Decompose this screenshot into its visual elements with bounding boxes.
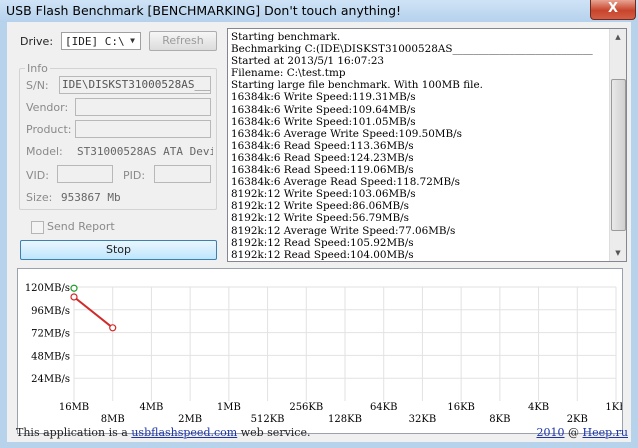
log-line: 8192k:12 Read Speed:104.00MB/s <box>231 248 414 261</box>
x-tick-label: 256KB <box>289 402 323 413</box>
log-line: 8192k:12 Write Speed:56.79MB/s <box>231 212 409 225</box>
chevron-down-icon[interactable]: ▼ <box>125 33 140 49</box>
speed-chart: 120MB/s 96MB/s 72MB/s 48MB/s 24MB/s 16MB 8MB 4M… <box>17 268 627 434</box>
scroll-up-icon[interactable]: ▲ <box>610 29 626 45</box>
log-line: 16384k:6 Read Speed:113.36MB/s <box>231 139 414 152</box>
vendor-label: Vendor: <box>26 101 69 114</box>
x-tick-label: 8KB <box>489 414 510 425</box>
product-field <box>75 120 211 138</box>
info-group-title: Info <box>25 62 50 75</box>
product-label: Product: <box>26 123 72 136</box>
log-line: 8192k:12 Read Speed:105.92MB/s <box>231 236 414 249</box>
x-tick-label: 1KB <box>605 402 622 413</box>
log-line: Started at 2013/5/1 16:07:23 <box>231 55 385 68</box>
x-tick-label: 512KB <box>251 414 285 425</box>
vid-field <box>57 165 113 183</box>
x-tick-label: 8MB <box>101 414 125 425</box>
drive-select[interactable]: [IDE] C:\ ▼ <box>61 32 141 50</box>
x-tick-label: 128KB <box>328 414 362 425</box>
x-tick-label: 1MB <box>217 402 241 413</box>
x-tick-label: 4MB <box>139 402 163 413</box>
main-panel: Drive: [IDE] C:\ ▼ Refresh Info S/N: IDE… <box>7 22 631 442</box>
status-prefix: This application is a <box>16 426 132 439</box>
read-data-point <box>70 284 78 292</box>
log-line: 16384k:6 Write Speed:101.05MB/s <box>231 115 416 128</box>
at-sign: @ <box>568 426 579 439</box>
y-tick-label: 120MB/s <box>25 283 70 294</box>
year-link[interactable]: 2010 <box>537 426 565 439</box>
log-lines: Starting benchmark. Bechmarking C:(IDE\DI… <box>231 31 611 261</box>
sn-field: IDE\DISKST31000528AS____ <box>59 76 211 94</box>
heep-link[interactable]: Heep.ru <box>583 426 629 439</box>
drive-label: Drive: <box>20 35 54 48</box>
window-title: USB Flash Benchmark [BENCHMARKING] Don't… <box>6 3 402 18</box>
scrollbar-thumb[interactable] <box>611 79 626 231</box>
write-series-line <box>73 296 114 329</box>
close-button[interactable]: X <box>590 0 636 20</box>
usbflashspeed-link[interactable]: usbflashspeed.com <box>131 426 237 439</box>
refresh-button[interactable]: Refresh <box>149 31 217 51</box>
x-tick-label: 16KB <box>447 402 475 413</box>
log-line: 8192k:12 Write Speed:86.06MB/s <box>231 200 409 213</box>
drive-select-value: [IDE] C:\ <box>65 35 125 48</box>
log-line: 16384k:6 Read Speed:119.06MB/s <box>231 164 414 177</box>
pid-label: PID: <box>123 169 146 182</box>
log-line: 8192k:12 Write Speed:103.06MB/s <box>231 188 416 201</box>
log-line: 16384k:6 Average Read Speed:118.72MB/s <box>231 176 460 189</box>
log-line: 16384k:6 Average Write Speed:109.50MB/s <box>231 127 462 140</box>
status-bar: This application is a usbflashspeed.com … <box>16 426 628 439</box>
title-bar: USB Flash Benchmark [BENCHMARKING] Don't… <box>0 0 638 22</box>
log-line: 16384k:6 Write Speed:109.64MB/s <box>231 103 416 116</box>
status-suffix: web service. <box>237 426 311 439</box>
write-data-point <box>70 293 78 301</box>
send-report-label[interactable]: Send Report <box>47 220 115 233</box>
x-tick-label: 2KB <box>567 414 588 425</box>
log-line: Starting benchmark. <box>231 31 341 43</box>
log-line: Filename: C:\test.tmp <box>231 67 346 80</box>
size-value: 953867 Mb <box>61 191 121 204</box>
vendor-field <box>75 98 211 116</box>
pid-field <box>154 165 211 183</box>
y-tick-label: 96MB/s <box>31 306 70 317</box>
x-tick-label: 64KB <box>370 402 398 413</box>
y-tick-label: 24MB/s <box>31 374 70 385</box>
stop-button[interactable]: Stop <box>20 240 217 260</box>
size-label: Size: <box>26 191 53 204</box>
log-scrollbar[interactable]: ▲ ▼ <box>609 29 626 261</box>
log-line: 8192k:12 Average Write Speed:77.06MB/s <box>231 224 456 237</box>
sn-label: S/N: <box>26 79 49 92</box>
x-tick-label: 2MB <box>178 414 202 425</box>
x-tick-label: 16MB <box>59 402 89 413</box>
send-report-checkbox[interactable] <box>31 221 44 234</box>
speed-chart-svg: 120MB/s 96MB/s 72MB/s 48MB/s 24MB/s 16MB 8MB 4M… <box>25 283 627 425</box>
scroll-down-icon[interactable]: ▼ <box>610 245 626 261</box>
log-textarea[interactable]: Starting benchmark. Bechmarking C:(IDE\DI… <box>227 28 627 262</box>
vid-label: VID: <box>26 169 49 182</box>
model-value: ST31000528AS ATA Devic <box>77 145 213 158</box>
x-tick-label: 32KB <box>409 414 437 425</box>
log-line: 16384k:6 Write Speed:119.31MB/s <box>231 91 416 104</box>
y-tick-label: 72MB/s <box>31 329 70 340</box>
write-data-point <box>109 324 117 332</box>
model-label: Model: <box>26 145 63 158</box>
log-line: Bechmarking C:(IDE\DISKST31000528AS_____… <box>231 43 593 56</box>
x-tick-label: 4KB <box>528 402 549 413</box>
y-tick-label: 48MB/s <box>31 351 70 362</box>
log-line: Starting large file benchmark. With 100M… <box>231 79 483 92</box>
log-line: 16384k:6 Read Speed:124.23MB/s <box>231 151 414 164</box>
